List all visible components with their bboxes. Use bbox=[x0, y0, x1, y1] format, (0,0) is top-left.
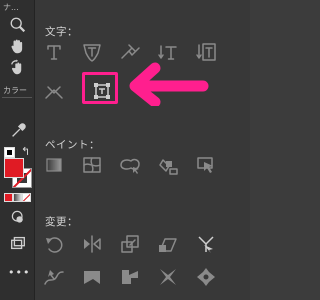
text-frame-highlight-box bbox=[82, 72, 118, 104]
mesh-tool-icon[interactable] bbox=[79, 152, 105, 178]
reshape-tool-icon[interactable] bbox=[193, 231, 219, 257]
twirl-tool-icon[interactable] bbox=[117, 264, 143, 290]
section-paint-label: ペイント： bbox=[45, 139, 100, 151]
more-tools-icon[interactable]: ••• bbox=[8, 266, 30, 279]
search-icon[interactable] bbox=[8, 15, 28, 35]
shear-tool-icon[interactable] bbox=[155, 231, 181, 257]
shape-builder-tool-icon[interactable] bbox=[117, 152, 143, 178]
pucker-tool-icon[interactable] bbox=[155, 264, 181, 290]
section-modify-label: 変更： bbox=[45, 216, 78, 228]
none-color-icon[interactable] bbox=[22, 193, 31, 202]
toolbar-title: ナ... bbox=[3, 3, 19, 12]
gradient-tool-icon[interactable] bbox=[41, 152, 67, 178]
live-paint-selection-tool-icon[interactable] bbox=[193, 152, 219, 178]
bloat-tool-icon[interactable] bbox=[193, 264, 219, 290]
gradient-swatch-icon[interactable] bbox=[13, 193, 22, 202]
type-tool-icon[interactable] bbox=[41, 39, 67, 65]
hand-icon[interactable] bbox=[8, 37, 28, 57]
screen-mode-icon[interactable] bbox=[8, 233, 28, 253]
rotate-view-icon[interactable] bbox=[8, 58, 28, 78]
section-type-label: 文字： bbox=[45, 26, 78, 38]
scale-tool-icon[interactable] bbox=[117, 231, 143, 257]
live-paint-bucket-tool-icon[interactable] bbox=[155, 152, 181, 178]
eyedropper-icon[interactable] bbox=[8, 121, 28, 141]
tools-panel: ナ... カラー ↰ ••• bbox=[0, 0, 35, 300]
area-type-tool-icon[interactable] bbox=[79, 39, 105, 65]
drawing-mode-icon[interactable] bbox=[8, 207, 28, 227]
warp-tool-icon[interactable] bbox=[79, 264, 105, 290]
default-colors-icon[interactable] bbox=[4, 147, 15, 158]
touch-type-tool-icon[interactable] bbox=[41, 78, 67, 104]
color-icon[interactable] bbox=[4, 193, 13, 202]
width-tool-icon[interactable] bbox=[41, 264, 67, 290]
reflect-tool-icon[interactable] bbox=[79, 231, 105, 257]
divider bbox=[2, 97, 32, 98]
rotate-tool-icon[interactable] bbox=[41, 231, 67, 257]
pointer-arrow-icon bbox=[129, 62, 209, 106]
fill-swatch[interactable] bbox=[4, 158, 24, 178]
all-tools-drawer: 文字： ペイント： 変更： bbox=[35, 0, 250, 300]
swap-colors-icon[interactable]: ↰ bbox=[21, 145, 30, 158]
color-label: カラー bbox=[3, 86, 27, 95]
